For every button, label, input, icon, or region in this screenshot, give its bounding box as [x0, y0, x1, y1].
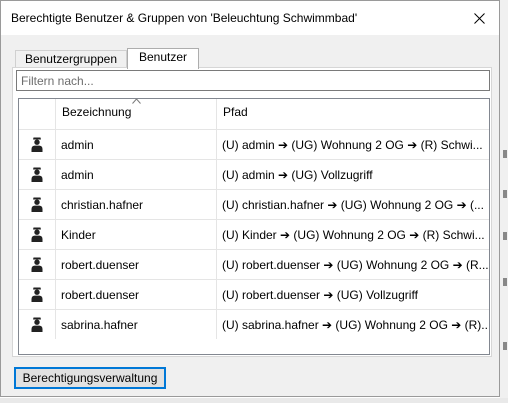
background-text-fragment: [503, 232, 507, 240]
close-icon: [473, 12, 485, 24]
table-row[interactable]: christian.hafner (U) christian.hafner ➔ …: [19, 189, 489, 219]
user-icon: [31, 137, 43, 152]
background-text-fragment: [503, 342, 507, 350]
column-header-label: Bezeichnung: [62, 105, 132, 119]
row-path: (U) christian.hafner ➔ (UG) Wohnung 2 OG…: [222, 198, 484, 212]
table-row[interactable]: admin (U) admin ➔ (UG) Vollzugriff: [19, 159, 489, 189]
user-icon: [31, 287, 43, 302]
row-icon-cell: [19, 190, 56, 219]
row-name: robert.duenser: [61, 288, 140, 302]
background-window-edge: [500, 0, 508, 403]
title-bar: Berechtigte Benutzer & Gruppen von 'Bele…: [1, 1, 499, 35]
table-row[interactable]: Kinder (U) Kinder ➔ (UG) Wohnung 2 OG ➔ …: [19, 219, 489, 249]
user-icon: [31, 227, 43, 242]
row-path-cell: (U) sabrina.hafner ➔ (UG) Wohnung 2 OG ➔…: [217, 310, 489, 339]
row-name-cell: admin: [56, 160, 217, 189]
user-icon: [31, 197, 43, 212]
table-row[interactable]: robert.duenser (U) robert.duenser ➔ (UG)…: [19, 279, 489, 309]
background-text-fragment: [503, 190, 507, 198]
row-name-cell: sabrina.hafner: [56, 310, 217, 339]
background-window-bottom: [0, 398, 508, 403]
column-header-bezeichnung[interactable]: Bezeichnung: [56, 99, 217, 129]
row-icon-cell: [19, 130, 56, 159]
tab-benutzergruppen[interactable]: Benutzergruppen: [15, 50, 127, 68]
row-icon-cell: [19, 310, 56, 339]
dialog-title: Berechtigte Benutzer & Gruppen von 'Bele…: [11, 11, 358, 25]
permission-management-button[interactable]: Berechtigungsverwaltung: [14, 367, 166, 389]
row-name: christian.hafner: [61, 198, 144, 212]
row-name: admin: [61, 138, 94, 152]
row-name-cell: christian.hafner: [56, 190, 217, 219]
row-name: Kinder: [61, 228, 96, 242]
row-icon-cell: [19, 220, 56, 249]
row-path: (U) Kinder ➔ (UG) Wohnung 2 OG ➔ (R) Sch…: [222, 228, 485, 242]
table-row[interactable]: robert.duenser (U) robert.duenser ➔ (UG)…: [19, 249, 489, 279]
row-path: (U) robert.duenser ➔ (UG) Wohnung 2 OG ➔…: [222, 258, 489, 272]
row-path-cell: (U) robert.duenser ➔ (UG) Vollzugriff: [217, 280, 489, 309]
row-name-cell: robert.duenser: [56, 280, 217, 309]
row-name: robert.duenser: [61, 258, 140, 272]
row-path-cell: (U) robert.duenser ➔ (UG) Wohnung 2 OG ➔…: [217, 250, 489, 279]
table-row[interactable]: sabrina.hafner (U) sabrina.hafner ➔ (UG)…: [19, 309, 489, 339]
tab-benutzer[interactable]: Benutzer: [127, 48, 199, 69]
row-path-cell: (U) christian.hafner ➔ (UG) Wohnung 2 OG…: [217, 190, 489, 219]
row-path: (U) admin ➔ (UG) Vollzugriff: [222, 168, 373, 182]
row-path: (U) robert.duenser ➔ (UG) Vollzugriff: [222, 288, 418, 302]
tab-panel-benutzer: Bezeichnung Pfad admin (U) admin ➔ (UG) …: [12, 67, 492, 357]
row-path: (U) sabrina.hafner ➔ (UG) Wohnung 2 OG ➔…: [222, 318, 489, 332]
row-path-cell: (U) Kinder ➔ (UG) Wohnung 2 OG ➔ (R) Sch…: [217, 220, 489, 249]
row-name: admin: [61, 168, 94, 182]
permissions-dialog: Berechtigte Benutzer & Gruppen von 'Bele…: [0, 0, 500, 397]
sort-ascending-icon: [132, 99, 141, 104]
row-name-cell: admin: [56, 130, 217, 159]
row-icon-cell: [19, 250, 56, 279]
filter-field[interactable]: [16, 70, 490, 91]
column-header-icon[interactable]: [19, 99, 56, 129]
user-icon: [31, 257, 43, 272]
table-row[interactable]: admin (U) admin ➔ (UG) Wohnung 2 OG ➔ (R…: [19, 129, 489, 159]
row-icon-cell: [19, 280, 56, 309]
users-table[interactable]: Bezeichnung Pfad admin (U) admin ➔ (UG) …: [18, 98, 490, 355]
background-text-fragment: [503, 278, 507, 286]
row-path-cell: (U) admin ➔ (UG) Wohnung 2 OG ➔ (R) Schw…: [217, 130, 489, 159]
user-icon: [31, 167, 43, 182]
row-name-cell: robert.duenser: [56, 250, 217, 279]
column-header-pfad[interactable]: Pfad: [217, 99, 489, 129]
row-icon-cell: [19, 160, 56, 189]
row-name-cell: Kinder: [56, 220, 217, 249]
row-name: sabrina.hafner: [61, 318, 138, 332]
user-icon: [31, 317, 43, 332]
row-path: (U) admin ➔ (UG) Wohnung 2 OG ➔ (R) Schw…: [222, 138, 483, 152]
column-header-label: Pfad: [223, 105, 248, 119]
row-path-cell: (U) admin ➔ (UG) Vollzugriff: [217, 160, 489, 189]
filter-input[interactable]: [17, 71, 489, 90]
table-header: Bezeichnung Pfad: [19, 99, 489, 129]
close-button[interactable]: [459, 1, 499, 35]
background-text-fragment: [503, 150, 507, 158]
